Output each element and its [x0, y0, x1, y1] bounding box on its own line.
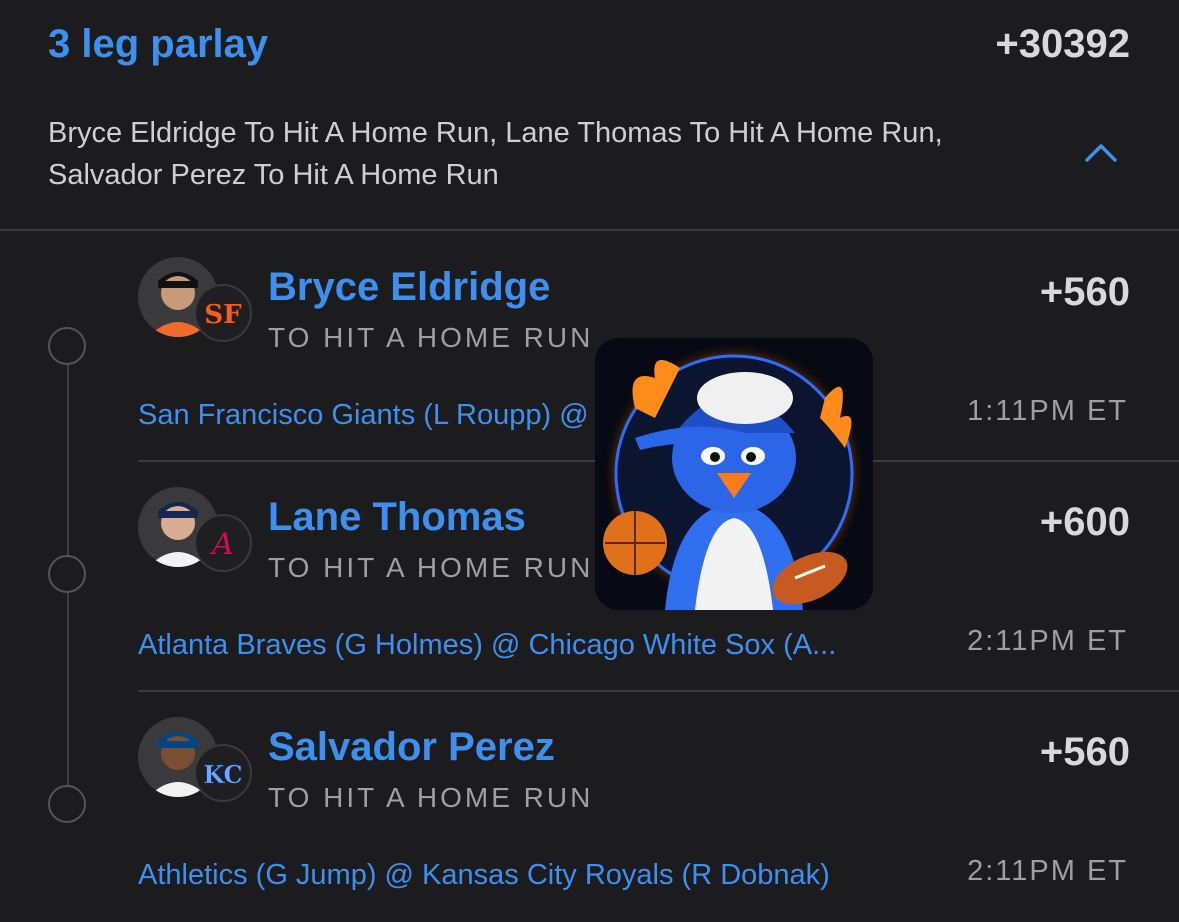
player-name[interactable]: Lane Thomas	[268, 495, 526, 540]
svg-text:SF: SF	[204, 300, 242, 330]
market-label: TO HIT A HOME RUN	[268, 322, 594, 353]
parlay-title: 3 leg parlay	[48, 22, 269, 66]
game-link[interactable]: Athletics (G Jump) @ Kansas City Royals …	[138, 859, 948, 892]
parlay-header[interactable]: 3 leg parlay +30392 Bryce Eldridge To Hi…	[0, 0, 1179, 230]
parlay-summary: Bryce Eldridge To Hit A Home Run, Lane T…	[48, 117, 943, 191]
market-label: TO HIT A HOME RUN	[268, 552, 594, 583]
giants-logo-icon: SF	[194, 284, 252, 342]
parlay-leg[interactable]: SF Bryce Eldridge TO HIT A HOME RUN +560…	[0, 232, 1179, 462]
parlay-leg[interactable]: KC Salvador Perez TO HIT A HOME RUN +560…	[0, 692, 1179, 922]
game-time: 1:11PM ET	[967, 395, 1128, 427]
svg-text:KC: KC	[203, 760, 242, 789]
game-time: 2:11PM ET	[967, 855, 1128, 887]
game-link[interactable]: Atlanta Braves (G Holmes) @ Chicago Whit…	[138, 629, 948, 662]
royals-logo-icon: KC	[194, 744, 252, 802]
mascot-overlay-image	[595, 338, 873, 610]
header-divider	[0, 229, 1179, 231]
parlay-odds: +30392	[995, 22, 1130, 66]
player-name[interactable]: Bryce Eldridge	[268, 265, 550, 310]
leg-odds: +560	[1039, 730, 1130, 774]
braves-logo-icon: A	[194, 514, 252, 572]
svg-text:A: A	[209, 527, 234, 562]
parlay-leg[interactable]: A Lane Thomas TO HIT A HOME RUN +600 Atl…	[0, 462, 1179, 692]
market-label: TO HIT A HOME RUN	[268, 782, 594, 813]
leg-odds: +560	[1039, 270, 1130, 314]
game-time: 2:11PM ET	[967, 625, 1128, 657]
leg-odds: +600	[1039, 500, 1130, 544]
chevron-up-icon[interactable]	[1083, 136, 1119, 172]
player-name[interactable]: Salvador Perez	[268, 725, 555, 770]
